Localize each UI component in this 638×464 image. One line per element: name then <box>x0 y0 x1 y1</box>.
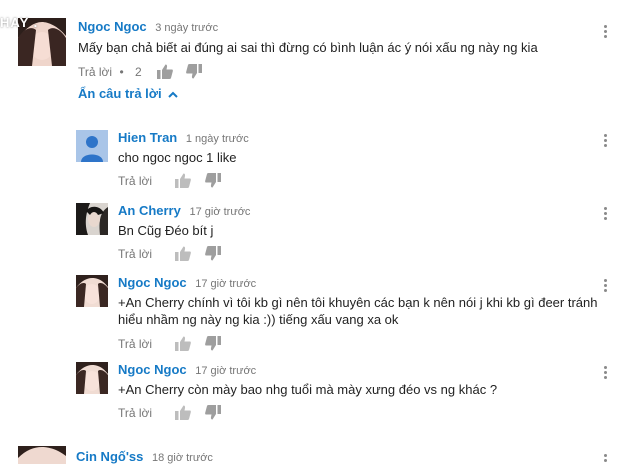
avatar[interactable] <box>76 130 108 162</box>
reply-button[interactable]: Trả lời <box>118 247 152 261</box>
comment-text: +An Cherry còn mày bao nhg tuổi mà mày x… <box>118 382 498 397</box>
reply-button[interactable]: Trả lời <box>78 65 112 79</box>
like-count: 2 <box>134 64 142 79</box>
comment-actions: Trả lời <box>118 405 221 421</box>
separator-dot: • <box>119 64 124 79</box>
comment-text: Mấy bạn chả biết ai đúng ai sai thì đừng… <box>78 40 538 55</box>
thumb-up-icon[interactable] <box>175 336 192 352</box>
timestamp[interactable]: 17 giờ trước <box>195 365 256 377</box>
comment-header: Ngoc Ngoc 17 giờ trước <box>118 362 256 377</box>
avatar-photo <box>76 275 108 307</box>
comment-actions: Trả lời • 2 <box>78 64 203 80</box>
avatar-photo <box>76 362 108 394</box>
author-name[interactable]: Cin Ngố'ss <box>76 449 143 464</box>
comment-actions: Trả lời <box>118 336 221 352</box>
comment-text: Bn Cũg Đéo bít j <box>118 223 214 238</box>
reply-item: Hien Tran 1 ngày trước cho ngoc ngoc 1 l… <box>76 130 628 190</box>
reply-item: Ngoc Ngoc 17 giờ trước +An Cherry chính … <box>76 275 628 355</box>
more-vert-icon[interactable] <box>604 25 608 40</box>
more-vert-icon[interactable] <box>604 134 608 149</box>
timestamp[interactable]: 17 giờ trước <box>189 206 250 218</box>
reply-button[interactable]: Trả lời <box>118 337 152 351</box>
watermark: HAY . <box>0 15 39 30</box>
hide-replies-button[interactable]: Ẩn câu trả lời <box>78 86 178 101</box>
avatar[interactable] <box>76 275 108 307</box>
reply-item: An Cherry 17 giờ trước Bn Cũg Đéo bít j … <box>76 203 628 263</box>
more-vert-icon[interactable] <box>604 279 608 294</box>
reply-item: Ngoc Ngoc 17 giờ trước +An Cherry còn mà… <box>76 362 628 422</box>
thumb-down-icon[interactable] <box>204 173 221 188</box>
more-vert-icon[interactable] <box>604 454 608 464</box>
comment-top: HAY . Ngoc Ngoc 3 ngày trước Mấy bạn chả… <box>0 15 628 108</box>
author-name[interactable]: Ngoc Ngoc <box>118 275 187 290</box>
hide-replies-label: Ẩn câu trả lời <box>78 86 162 101</box>
thumb-up-icon[interactable] <box>175 173 192 189</box>
comment-actions: Trả lời <box>118 173 221 189</box>
more-vert-icon[interactable] <box>604 366 608 381</box>
comment-text-line: +An Cherry chính vì tôi kb gì nên tôi kh… <box>118 295 598 310</box>
timestamp[interactable]: 3 ngày trước <box>155 22 218 34</box>
thumb-up-icon[interactable] <box>157 64 173 80</box>
comment-header: Ngoc Ngoc 3 ngày trước <box>78 19 218 34</box>
author-name[interactable]: An Cherry <box>118 203 181 218</box>
avatar-photo <box>76 203 108 235</box>
reply-button[interactable]: Trả lời <box>118 406 152 420</box>
chevron-up-icon <box>168 91 178 98</box>
comment-next: Cin Ngố'ss 18 giờ trước <box>18 446 628 464</box>
thumb-down-icon[interactable] <box>204 336 221 351</box>
default-avatar-icon <box>76 130 108 162</box>
comment-header: An Cherry 17 giờ trước <box>118 203 250 218</box>
avatar[interactable] <box>76 203 108 235</box>
author-name[interactable]: Ngoc Ngoc <box>78 19 147 34</box>
timestamp[interactable]: 18 giờ trước <box>152 452 213 464</box>
comment-text-line: hiểu nhầm ng này ng kia :)) tiếng xấu va… <box>118 312 399 327</box>
thumb-down-icon[interactable] <box>204 246 221 261</box>
more-vert-icon[interactable] <box>604 207 608 222</box>
thumb-down-icon[interactable] <box>204 405 221 420</box>
avatar-photo <box>18 446 66 464</box>
avatar[interactable] <box>18 446 66 464</box>
reply-button[interactable]: Trả lời <box>118 174 152 188</box>
avatar[interactable] <box>76 362 108 394</box>
comment-actions: Trả lời <box>118 246 221 262</box>
timestamp[interactable]: 1 ngày trước <box>186 133 249 145</box>
comment-header: Cin Ngố'ss 18 giờ trước <box>76 449 213 464</box>
thumb-up-icon[interactable] <box>175 246 192 262</box>
timestamp[interactable]: 17 giờ trước <box>195 278 256 290</box>
comment-header: Ngoc Ngoc 17 giờ trước <box>118 275 256 290</box>
comment-header: Hien Tran 1 ngày trước <box>118 130 249 145</box>
comment-text: cho ngoc ngoc 1 like <box>118 150 237 165</box>
author-name[interactable]: Ngoc Ngoc <box>118 362 187 377</box>
thumb-up-icon[interactable] <box>175 405 192 421</box>
author-name[interactable]: Hien Tran <box>118 130 177 145</box>
thumb-down-icon[interactable] <box>186 64 203 79</box>
